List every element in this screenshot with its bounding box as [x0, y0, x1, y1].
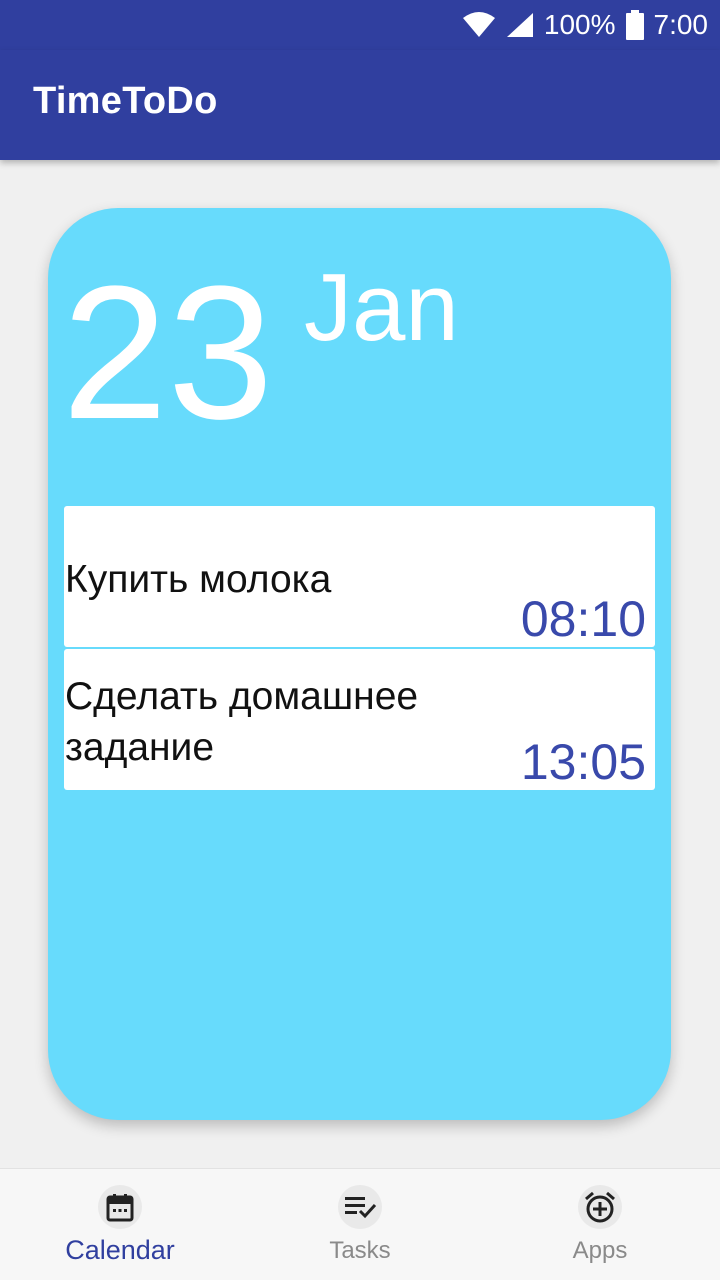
nav-item-calendar[interactable]: Calendar [0, 1169, 240, 1280]
status-icons: 100% 7:00 [462, 0, 708, 50]
day-number: 23 [62, 247, 274, 459]
screen: 100% 7:00 TimeToDo 23 Jan Купить молока … [0, 0, 720, 1280]
task-title: Сделать домашнее задание [65, 675, 419, 769]
battery-percent: 100% [543, 9, 616, 40]
signal-icon [506, 12, 534, 38]
calendar-icon [98, 1185, 142, 1229]
alarm-add-icon [578, 1185, 622, 1229]
task-time: 08:10 [520, 591, 646, 647]
task-time: 13:05 [520, 734, 646, 790]
task-item[interactable]: Купить молока 08:10 [64, 506, 655, 647]
day-card[interactable]: 23 Jan Купить молока 08:10 Сделать домаш… [48, 208, 671, 1120]
clock: 7:00 [653, 9, 709, 40]
day-month: Jan [304, 254, 459, 361]
tasks-icon [338, 1185, 382, 1229]
nav-label-apps: Apps [572, 1237, 628, 1264]
nav-label-tasks: Tasks [329, 1237, 391, 1264]
bottom-navigation: Calendar Tasks Apps [0, 1168, 720, 1280]
app-bar: TimeToDo [0, 50, 720, 160]
task-item[interactable]: Сделать домашнее задание 13:05 [64, 649, 655, 790]
task-title: Купить молока [65, 558, 332, 601]
wifi-icon [462, 12, 496, 38]
nav-item-tasks[interactable]: Tasks [240, 1169, 480, 1280]
nav-item-apps[interactable]: Apps [480, 1169, 720, 1280]
app-title: TimeToDo [33, 80, 218, 122]
nav-label-calendar: Calendar [65, 1235, 175, 1265]
status-bar: 100% 7:00 [0, 0, 720, 50]
battery-icon [625, 10, 644, 40]
